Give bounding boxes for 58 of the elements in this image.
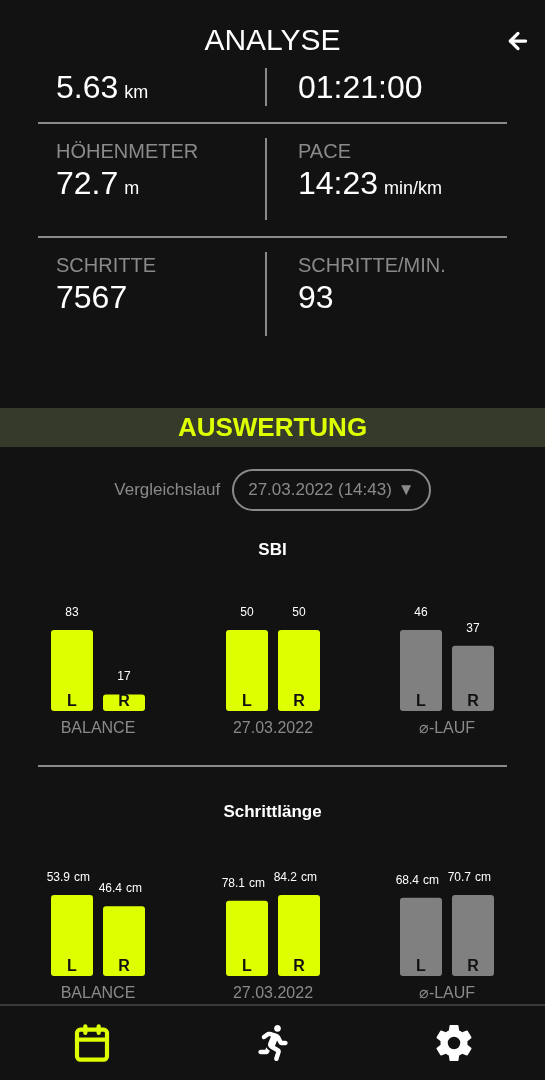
bar-unit-label: cm [74,870,90,884]
chart-axis-label: ⌀-LAUF [418,718,476,736]
bar-category-label: L [416,957,426,974]
stat-unit: m [124,177,140,200]
bar-unit-label: cm [126,881,142,896]
bar-value-label: 68.4 [395,872,419,887]
page-title: ANALYSE [204,22,341,58]
bar-category-label: R [118,691,130,709]
chart-axis-label: BALANCE [60,718,136,736]
chart-axis-label: ⌀-LAUF [418,984,476,1001]
bar-category-label: L [241,691,252,709]
bar-category-label: L [67,691,77,709]
section-title: SBI [258,539,287,561]
section-title: Schrittlänge [223,800,322,823]
bar-value-label: 78.1 [221,875,245,890]
chart-axis-label: BALANCE [60,984,136,1001]
bar-category-label: L [241,957,252,974]
stat-label: HÖHENMETER [56,139,200,164]
bar-category-label: R [292,957,305,974]
bar-category-label: R [467,691,479,709]
stat-unit: min/km [384,177,443,200]
bar-value-label: 50 [291,604,306,619]
bar-value-label: 53.9 [46,870,70,884]
bar-value-label: 50 [239,604,254,619]
bar-value-label: 37 [466,620,480,635]
bar-category-label: R [467,957,479,974]
bar-unit-label: cm [475,870,491,884]
comparison-label: Vergleichslauf [114,479,221,502]
bar-category-label: L [67,957,77,974]
bar-value-label: 46.4 [98,881,122,896]
chart-bar [103,906,145,976]
stat-label: SCHRITTE [56,253,157,278]
stat-value: 93 [298,278,334,316]
stat-label: PACE [298,139,352,164]
stat-value: 01:21:00 [298,68,423,106]
chart-bar [103,693,145,711]
bar-unit-label: cm [300,870,317,884]
bar-value-label: 17 [117,668,131,683]
bar-value-label: 70.7 [447,870,471,884]
banner-title: AUSWERTUNG [177,411,368,444]
stat-value: 5.63 [56,68,119,106]
bar-unit-label: cm [248,875,265,890]
bar-value-label: 46 [414,604,428,619]
bar-value-label: 83 [65,604,79,619]
bar-value-label: 84.2 [273,870,297,884]
chart-axis-label: 27.03.2022 [232,718,313,736]
chart-axis-label: 27.03.2022 [232,984,313,1001]
bar-category-label: R [292,691,305,709]
comparison-dropdown[interactable]: 27.03.2022 (14:43) ▼ [232,469,431,511]
bar-category-label: L [416,691,426,709]
stat-value: 14:23 [298,164,379,202]
bar-category-label: R [118,957,130,974]
chart-bar [452,645,494,711]
stat-value: 72.7 [56,164,119,202]
stat-unit: km [124,81,149,104]
stat-label: SCHRITTE/MIN. [298,253,447,278]
bar-unit-label: cm [423,872,439,887]
stat-value: 7567 [56,278,128,316]
